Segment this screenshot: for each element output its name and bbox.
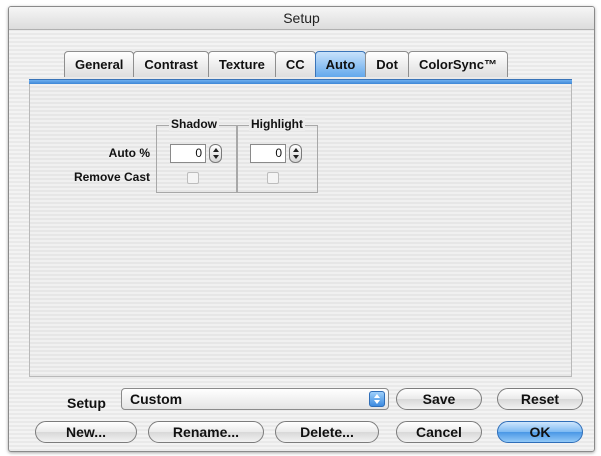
tab-dot[interactable]: Dot (365, 51, 409, 77)
save-button[interactable]: Save (396, 388, 482, 410)
stepper-down-icon (213, 155, 219, 159)
shadow-remove-cast-checkbox[interactable] (187, 172, 199, 184)
tab-general[interactable]: General (64, 51, 135, 77)
auto-percent-label: Auto % (108, 146, 150, 160)
ok-button[interactable]: OK (497, 421, 583, 443)
highlight-auto-stepper[interactable] (289, 144, 302, 163)
highlight-group-title: Highlight (249, 117, 305, 131)
shadow-group: Shadow 0 (156, 117, 238, 193)
highlight-group: Highlight 0 (236, 117, 318, 193)
shadow-auto-stepper[interactable] (209, 144, 222, 163)
tab-texture[interactable]: Texture (207, 51, 276, 77)
remove-cast-label: Remove Cast (73, 170, 150, 184)
setup-popup[interactable]: Custom (121, 388, 389, 410)
cancel-button[interactable]: Cancel (396, 421, 482, 443)
new-button[interactable]: New... (35, 421, 137, 443)
stepper-up-icon (213, 148, 219, 152)
setup-dialog: Setup General Contrast Texture CC Auto D… (8, 6, 595, 452)
tab-auto[interactable]: Auto (314, 51, 367, 77)
setup-popup-value: Custom (130, 391, 183, 407)
rename-button[interactable]: Rename... (148, 421, 264, 443)
stepper-up-icon (293, 148, 299, 152)
auto-panel: Auto % Remove Cast Shadow 0 Highlight 0 (29, 84, 572, 377)
tab-cc[interactable]: CC (274, 51, 316, 77)
shadow-group-title: Shadow (169, 117, 220, 131)
delete-button[interactable]: Delete... (275, 421, 379, 443)
reset-button[interactable]: Reset (497, 388, 583, 410)
tab-colorsync[interactable]: ColorSync™ (407, 51, 508, 77)
popup-arrows-icon (369, 391, 385, 407)
tab-contrast[interactable]: Contrast (133, 51, 209, 77)
window-title: Setup (9, 7, 594, 30)
highlight-remove-cast-checkbox[interactable] (267, 172, 279, 184)
tab-bar: General Contrast Texture CC Auto Dot Col… (64, 51, 508, 79)
stepper-down-icon (293, 155, 299, 159)
highlight-auto-input[interactable]: 0 (250, 144, 286, 163)
setup-label: Setup (67, 395, 106, 411)
shadow-auto-input[interactable]: 0 (170, 144, 206, 163)
